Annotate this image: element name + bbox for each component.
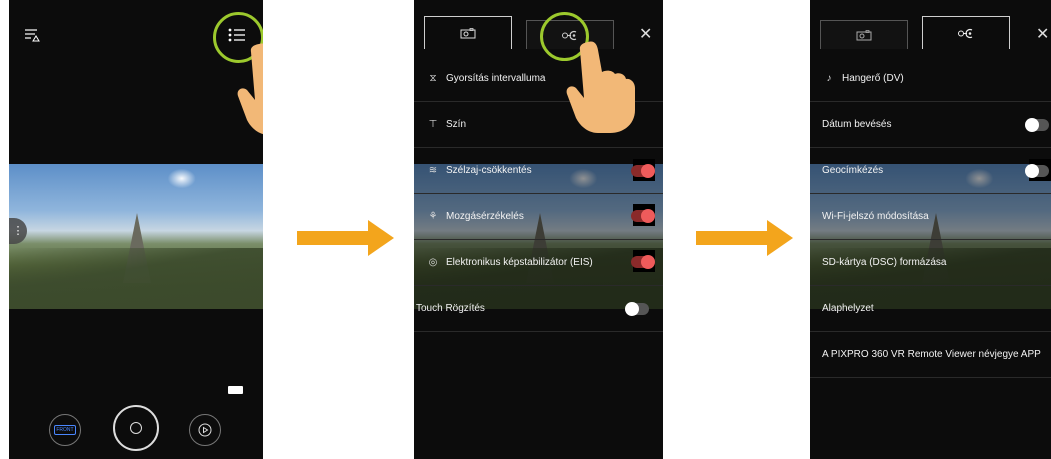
menu-item-label: Mozgásérzékelés [446,211,524,222]
menu-item-volume[interactable]: ♪ Hangerő (DV) [810,56,1051,102]
motion-icon: ⚘ [428,211,438,222]
panorama-preview [9,164,263,309]
menu-item-geotag[interactable]: Geocímkézés [810,148,1051,194]
battery-icon [228,386,243,394]
menu-item-label: A PIXPRO 360 VR Remote Viewer névjegye A… [822,349,1041,360]
wind-icon: ≋ [428,165,438,176]
menu-item-eis[interactable]: ◎ Elektronikus képstabilizátor (EIS) [414,240,663,286]
camera-screen: ⋮ FRONT [9,0,263,459]
close-icon[interactable]: ✕ [1036,24,1049,44]
camera-icon [460,27,476,38]
menu-item-wind-noise[interactable]: ≋ Szélzaj-csökkentés [414,148,663,194]
menu-item-label: SD-kártya (DSC) formázása [822,257,947,268]
date-stamp-toggle[interactable] [1025,118,1049,132]
menu-item-label: Szín [446,119,467,130]
arrow-icon [297,220,394,256]
eis-toggle[interactable] [631,255,655,269]
volume-icon: ♪ [826,73,832,84]
play-icon [198,423,212,437]
settings-screen-video: ✕ ⧖ Gyorsítás intervalluma ⊤ Szín ≋ Szél… [414,0,663,459]
menu-item-label: Geocímkézés [822,165,884,176]
menu-item-label: Wi-Fi-jelszó módosítása [822,211,929,222]
pointing-hand-icon [566,41,635,133]
tab-camera-settings[interactable] [424,16,512,49]
wind-noise-toggle[interactable] [631,164,655,178]
interval-icon: ⧖ [429,73,437,84]
camera-icon [856,29,872,40]
tab-camera-settings[interactable] [820,20,908,49]
menu-item-about[interactable]: A PIXPRO 360 VR Remote Viewer névjegye A… [810,332,1051,378]
front-label: FRONT [54,425,76,435]
menu-item-motion-detect[interactable]: ⚘ Mozgásérzékelés [414,194,663,240]
menu-item-wifi-password[interactable]: Wi-Fi-jelszó módosítása [810,194,1051,240]
pointing-hand-icon [237,43,263,135]
menu-item-reset[interactable]: Alaphelyzet [810,286,1051,332]
playback-button[interactable] [189,414,221,446]
menu-item-label: Alaphelyzet [822,303,874,314]
tab-general-settings[interactable] [922,16,1010,49]
filter-icon[interactable] [23,26,41,44]
menu-item-label: Hangerő (DV) [842,73,904,84]
menu-item-label: Gyorsítás intervalluma [446,73,546,84]
close-icon[interactable]: ✕ [639,24,652,44]
shutter-button[interactable] [113,405,159,451]
menu-item-date-stamp[interactable]: Dátum bevésés [810,102,1051,148]
device-settings-icon [958,28,973,38]
menu-item-label: Touch Rögzítés [416,303,485,314]
menu-item-touch-record[interactable]: Touch Rögzítés [414,286,663,332]
menu-item-sd-format[interactable]: SD-kártya (DSC) formázása [810,240,1051,286]
stabilizer-icon: ◎ [428,257,438,268]
touch-record-toggle[interactable] [625,302,649,316]
shutter-inner-icon [130,422,142,434]
front-lens-button[interactable]: FRONT [49,414,81,446]
color-icon: ⊤ [428,119,438,130]
settings-screen-general: ✕ ♪ Hangerő (DV) Dátum bevésés Geocímkéz… [810,0,1051,459]
menu-item-label: Elektronikus képstabilizátor (EIS) [446,257,593,268]
menu-item-label: Dátum bevésés [822,119,892,130]
menu-item-label: Szélzaj-csökkentés [446,165,532,176]
arrow-icon [696,220,793,256]
geotag-toggle[interactable] [1025,164,1049,178]
motion-detect-toggle[interactable] [631,209,655,223]
